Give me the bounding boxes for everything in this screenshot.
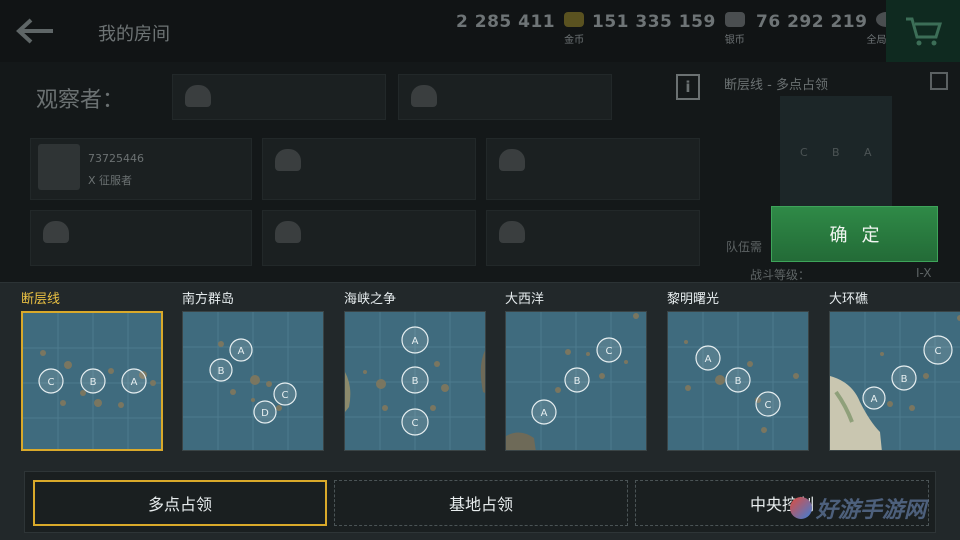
svg-text:B: B xyxy=(735,376,742,387)
svg-text:B: B xyxy=(412,376,419,387)
gold-value: 2 285 411 xyxy=(456,12,556,32)
observers-label: 观察者： xyxy=(36,88,125,113)
svg-text:C: C xyxy=(606,346,613,357)
svg-text:C: C xyxy=(935,346,942,357)
player-slot[interactable] xyxy=(30,210,252,266)
svg-text:B: B xyxy=(90,377,97,388)
svg-text:A: A xyxy=(871,394,878,405)
page-title: 我的房间 xyxy=(98,24,170,45)
map-thumbnail: CBA xyxy=(21,311,163,451)
helmet-icon xyxy=(499,221,525,243)
watermark: 好游手游网 xyxy=(790,492,926,524)
svg-text:A: A xyxy=(541,408,548,419)
shop-cart-button[interactable] xyxy=(886,0,960,62)
map-thumbnail: A B C xyxy=(344,311,486,451)
map-thumbnail: A B C D xyxy=(182,311,324,451)
player-slot[interactable] xyxy=(486,210,700,266)
map-name: 大西洋 xyxy=(505,292,545,307)
helmet-icon xyxy=(185,85,211,107)
helmet-icon xyxy=(275,149,301,171)
silver-icon: 银币 xyxy=(722,12,748,46)
map-name: 断层线 xyxy=(21,292,61,307)
svg-text:C: C xyxy=(412,418,419,429)
battle-tier-value: I-X xyxy=(916,266,932,280)
map-thumbnail: C B A xyxy=(505,311,647,451)
map-thumbnail: C B A xyxy=(829,311,960,451)
mode-button-base-capture[interactable]: 基地占领 xyxy=(334,480,628,526)
mode-button-multi-capture[interactable]: 多点占领 xyxy=(33,480,327,526)
player-slot[interactable] xyxy=(262,210,476,266)
map-thumbnail: A B C xyxy=(667,311,809,451)
silver-counter: 151 335 159 银币 xyxy=(592,12,748,46)
silver-label: 银币 xyxy=(724,35,745,46)
watermark-logo-icon xyxy=(790,497,812,519)
avatar xyxy=(38,144,80,190)
minimap-label: C xyxy=(800,146,808,159)
helmet-icon xyxy=(43,221,69,243)
battle-mode-title: 断层线 - 多点占领 xyxy=(724,78,828,93)
map-card-fault-line[interactable]: 断层线 C B A xyxy=(21,289,163,451)
svg-text:D: D xyxy=(261,408,269,419)
exp-value: 76 292 219 xyxy=(756,12,868,32)
battle-tier-label: 战斗等级： xyxy=(750,268,811,282)
silver-value: 151 335 159 xyxy=(592,12,716,32)
helmet-icon xyxy=(275,221,301,243)
cart-icon xyxy=(906,17,942,46)
svg-text:A: A xyxy=(131,377,138,388)
player-rank: X 征服者 xyxy=(88,174,133,187)
map-name: 黎明曙光 xyxy=(667,292,720,307)
map-card-strait-battle[interactable]: 海峡之争 A B C xyxy=(344,289,486,451)
back-arrow-icon xyxy=(16,18,53,44)
minimap-label: A xyxy=(864,146,872,159)
svg-text:B: B xyxy=(574,376,581,387)
svg-text:A: A xyxy=(238,346,245,357)
observer-slot[interactable] xyxy=(398,74,612,120)
svg-text:C: C xyxy=(765,400,772,411)
svg-text:B: B xyxy=(901,374,908,385)
svg-text:A: A xyxy=(705,354,712,365)
top-bar: 我的房间 2 285 411 金币 151 335 159 银币 76 292 … xyxy=(0,0,960,62)
svg-text:B: B xyxy=(218,366,225,377)
watermark-text: 好游手游网 xyxy=(816,498,927,523)
confirm-button[interactable]: 确定 xyxy=(771,206,938,262)
info-button[interactable]: i xyxy=(676,74,700,100)
minimap-preview: C B A xyxy=(780,96,892,212)
map-card-great-atoll[interactable]: 大环礁 C B A xyxy=(829,289,960,451)
map-card-atlantic[interactable]: 大西洋 C B A xyxy=(505,289,647,451)
helmet-icon xyxy=(499,149,525,171)
svg-text:C: C xyxy=(282,390,289,401)
team-requirement-label: 队伍需 xyxy=(726,240,763,254)
observer-slot[interactable] xyxy=(172,74,386,120)
minimap-label: B xyxy=(832,146,840,159)
gold-counter: 2 285 411 金币 xyxy=(456,12,587,46)
player-slot[interactable] xyxy=(262,138,476,200)
back-button[interactable] xyxy=(10,10,60,52)
helmet-icon xyxy=(411,85,437,107)
map-card-dawn[interactable]: 黎明曙光 A B C xyxy=(667,289,809,451)
gold-label: 金币 xyxy=(564,35,585,46)
map-card-southern-islands[interactable]: 南方群岛 A B C D xyxy=(182,289,324,451)
map-name: 海峡之争 xyxy=(344,292,397,307)
gold-icon: 金币 xyxy=(561,12,587,46)
map-name: 南方群岛 xyxy=(182,292,235,307)
map-name: 大环礁 xyxy=(829,292,869,307)
player-id: 73725446 xyxy=(88,152,144,165)
svg-text:C: C xyxy=(48,377,55,388)
exp-counter: 76 292 219 全局经验 xyxy=(756,12,906,46)
player-slot[interactable] xyxy=(486,138,700,200)
edit-icon[interactable] xyxy=(930,72,948,90)
svg-text:A: A xyxy=(412,336,419,347)
